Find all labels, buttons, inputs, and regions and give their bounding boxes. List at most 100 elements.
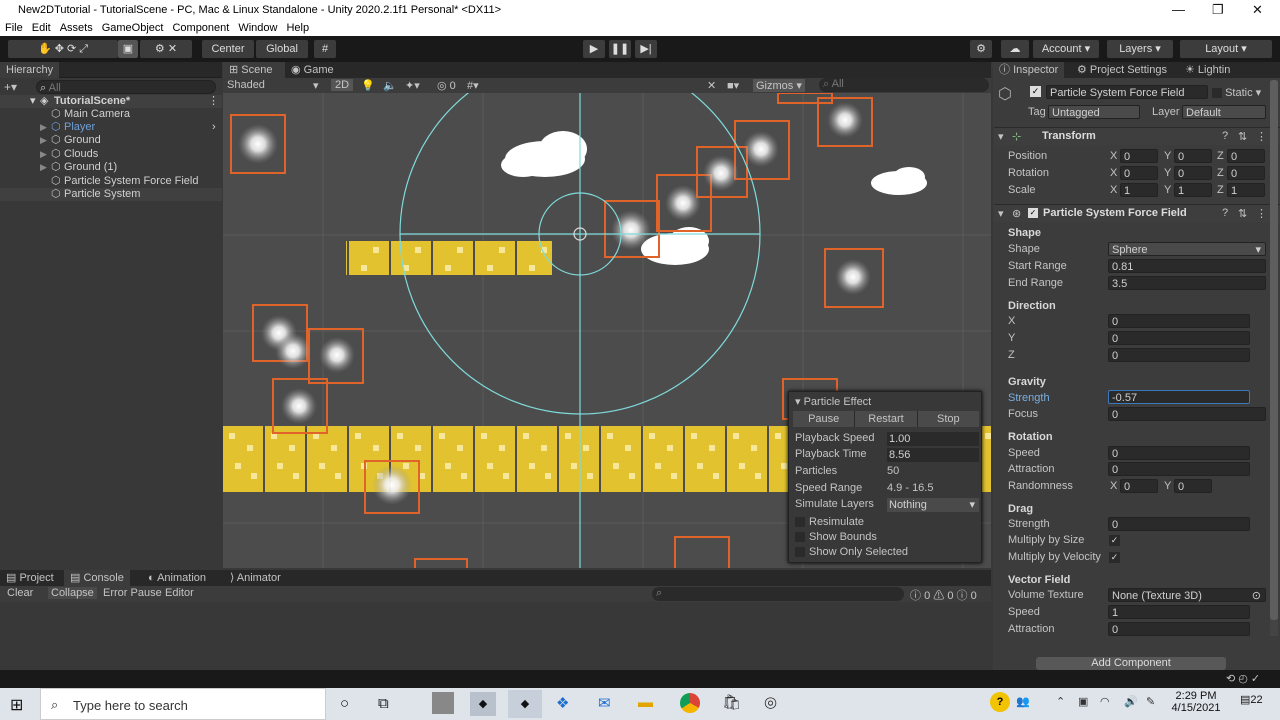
layout-dropdown[interactable]: Layout ▾ <box>1180 40 1272 58</box>
popup-check-row[interactable]: Show Only Selected <box>795 546 908 558</box>
tab-animation[interactable]: ◐ Animation <box>142 570 212 586</box>
grid-icon[interactable]: #▾ <box>467 79 479 92</box>
drag-strength-field[interactable]: 0 <box>1108 517 1250 531</box>
chevron-up-icon[interactable]: ⌃ <box>1056 695 1065 708</box>
tab-inspector-1[interactable]: ⚙ Project Settings <box>1071 62 1173 78</box>
simulate-layers-dropdown[interactable]: Nothing ▾ <box>887 498 979 512</box>
taskbar-search-box[interactable]: ⌕ Type here to search <box>40 688 326 720</box>
expand-icon[interactable]: ▶ <box>40 161 47 174</box>
vector-attraction-field[interactable]: 0 <box>1108 622 1250 636</box>
scene-search-input[interactable]: ⌕ All <box>819 78 989 92</box>
direction-x-field[interactable]: 0 <box>1108 314 1250 328</box>
transform-tools[interactable]: ✋ ✥ ⟳ ⤢ <box>8 40 118 58</box>
error-icon[interactable]: ⓘ <box>957 590 968 602</box>
cloud-icon[interactable]: ☁ <box>1001 40 1029 58</box>
tab-inspector-0[interactable]: ⓘ Inspector <box>993 62 1065 78</box>
task-view-icon[interactable]: ⧉ <box>378 695 389 712</box>
tab-project[interactable]: ▤ Project <box>0 570 60 586</box>
help-icon[interactable]: ? <box>1222 207 1228 219</box>
app-thumbnail-icon[interactable] <box>432 692 454 714</box>
cortana-icon[interactable]: ○ <box>340 695 349 712</box>
playback-speed-field[interactable]: 1.00 <box>887 432 979 446</box>
transform-x-field[interactable]: 1 <box>1120 183 1158 197</box>
effects-icon[interactable]: ✦▾ <box>405 79 420 92</box>
restart-effect-button[interactable]: Restart <box>855 411 918 427</box>
preset-icon[interactable]: ⇅ <box>1238 130 1247 143</box>
static-checkbox[interactable] <box>1212 88 1222 99</box>
add-icon[interactable]: +▾ <box>4 80 17 94</box>
close-icon[interactable]: ✕ <box>1252 2 1263 18</box>
rotation-attraction-field[interactable]: 0 <box>1108 462 1250 476</box>
mail-icon[interactable]: ✉ <box>598 694 611 712</box>
hierarchy-item[interactable]: ⬡ Main Camera <box>0 108 222 121</box>
add-component-button[interactable]: Add Component <box>1036 657 1226 670</box>
multiply-size-checkbox[interactable]: ✓ <box>1109 535 1120 546</box>
rotation-speed-field[interactable]: 0 <box>1108 446 1250 460</box>
minimize-icon[interactable]: — <box>1172 2 1185 17</box>
hierarchy-item[interactable]: ▶ ⬡ Ground <box>0 134 222 147</box>
tab-inspector-2[interactable]: ☀ Lightin <box>1179 62 1236 78</box>
rect-tool-icon[interactable]: ▣ <box>118 40 138 58</box>
expand-icon[interactable]: ▶ <box>40 134 47 147</box>
active-checkbox[interactable]: ✓ <box>1030 86 1041 97</box>
hierarchy-scene-row[interactable]: ▾ ◈ TutorialScene* ⋮ <box>0 95 222 108</box>
randomness-y-field[interactable]: 0 <box>1174 479 1212 493</box>
obs-icon[interactable]: ◎ <box>764 693 777 711</box>
volume-texture-field[interactable]: None (Texture 3D) ⊙ <box>1108 588 1266 602</box>
layer-dropdown[interactable]: Default <box>1182 105 1266 119</box>
menu-item-window[interactable]: Window <box>238 22 277 34</box>
menu-item-help[interactable]: Help <box>286 22 309 34</box>
shading-dropdown[interactable]: Shaded <box>227 79 265 91</box>
dropbox-icon[interactable]: ❖ <box>556 694 569 712</box>
component-enabled-checkbox[interactable]: ✓ <box>1028 208 1038 218</box>
tab-scene[interactable]: ⊞ Scene <box>223 62 285 78</box>
transform-z-field[interactable]: 0 <box>1227 149 1265 163</box>
windows-start-icon[interactable]: ⊞ <box>10 695 23 715</box>
console-editor-button[interactable]: Editor <box>162 587 197 599</box>
chevron-right-icon[interactable]: › <box>212 121 216 134</box>
popup-checkbox[interactable] <box>795 517 805 528</box>
console-collapse-button[interactable]: Collapse <box>48 587 97 599</box>
gravity-focus-field[interactable]: 0 <box>1108 407 1266 421</box>
tools-icon[interactable]: ✕ <box>707 79 716 92</box>
console-error-pause-button[interactable]: Error Pause <box>100 587 165 599</box>
direction-y-field[interactable]: 0 <box>1108 331 1250 345</box>
object-name-field[interactable]: Particle System Force Field <box>1046 85 1208 99</box>
hierarchy-search-input[interactable]: ⌕ All <box>36 80 216 94</box>
hierarchy-item[interactable]: ▶ ⬡ Player › <box>0 121 222 134</box>
lighting-icon[interactable]: 💡 <box>361 79 375 92</box>
menu-item-edit[interactable]: Edit <box>32 22 51 34</box>
transform-y-field[interactable]: 0 <box>1174 149 1212 163</box>
hierarchy-item[interactable]: ▶ ⬡ Ground (1) <box>0 161 222 174</box>
end-range-field[interactable]: 3.5 <box>1108 276 1266 290</box>
layers-dropdown[interactable]: Layers ▾ <box>1107 40 1173 58</box>
transform-y-field[interactable]: 0 <box>1174 166 1212 180</box>
pivot-global-button[interactable]: Global <box>256 40 308 58</box>
menu-item-assets[interactable]: Assets <box>60 22 93 34</box>
foldout-icon[interactable]: ▾ <box>998 207 1004 220</box>
unity-hub-icon[interactable]: ◆ <box>470 692 496 716</box>
tab-game[interactable]: ◉ Game <box>285 62 340 78</box>
hierarchy-item[interactable]: ▶ ⬡ Clouds <box>0 148 222 161</box>
multiply-velocity-checkbox[interactable]: ✓ <box>1109 552 1120 563</box>
collab-icon[interactable]: ⚙ <box>970 40 992 58</box>
mode-2d-button[interactable]: 2D <box>331 79 354 91</box>
people-icon[interactable]: 👥 <box>1016 695 1030 708</box>
force-field-header[interactable]: ▾ ⊛ ✓ Particle System Force Field ? ⇅ ⋮ <box>994 204 1280 222</box>
object-picker-icon[interactable]: ⊙ <box>1252 589 1261 603</box>
console-clear-button[interactable]: Clear <box>4 587 36 599</box>
stop-effect-button[interactable]: Stop <box>918 411 979 427</box>
help-icon[interactable]: ? <box>1222 130 1228 142</box>
menu-item-component[interactable]: Component <box>172 22 229 34</box>
shape-dropdown[interactable]: Sphere ▾ <box>1108 242 1266 256</box>
help-icon[interactable]: ? <box>990 692 1010 712</box>
direction-z-field[interactable]: 0 <box>1108 348 1250 362</box>
randomness-x-field[interactable]: 0 <box>1120 479 1158 493</box>
tab-console[interactable]: ▤ Console <box>64 570 130 586</box>
transform-y-field[interactable]: 1 <box>1174 183 1212 197</box>
wifi-icon[interactable]: ◠ <box>1100 695 1110 708</box>
pause-effect-button[interactable]: Pause <box>793 411 856 427</box>
hidden-objects-icon[interactable]: ◎ 0 <box>437 79 456 92</box>
hierarchy-item[interactable]: ⬡ Particle System <box>0 188 222 201</box>
maximize-icon[interactable]: ❐ <box>1212 2 1224 18</box>
